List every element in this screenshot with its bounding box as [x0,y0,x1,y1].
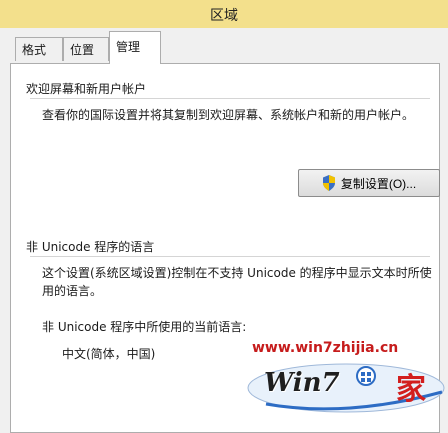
non-unicode-section-heading: 非 Unicode 程序的语言 [26,240,155,254]
watermark-logo: Win7 家 [246,352,448,419]
tab-format[interactable]: 格式 [15,37,63,61]
non-unicode-description-line2: 用的语言。 [42,284,103,298]
current-language-value: 中文(简体，中国) [62,347,156,361]
tab-location[interactable]: 位置 [63,37,109,61]
non-unicode-description-line1: 这个设置(系统区域设置)控制在不支持 Unicode 的程序中显示文本时所使 [42,266,432,280]
uac-shield-icon [322,175,335,191]
section-divider [30,256,430,257]
section-divider [30,98,430,99]
copy-settings-button[interactable]: 复制设置(O)... [298,169,440,197]
logo-char: 家 [396,372,426,407]
logo-text: Win7 [264,368,340,398]
copy-settings-button-label: 复制设置(O)... [340,176,417,191]
welcome-description: 查看你的国际设置并将其复制到欢迎屏幕、系统帐户和新的用户帐户。 [42,108,415,122]
current-language-label: 非 Unicode 程序中所使用的当前语言: [42,320,247,334]
tab-strip: 格式 位置 管理 [0,28,448,64]
title-bar: 区域 [0,0,448,28]
welcome-section-heading: 欢迎屏幕和新用户帐户 [26,82,147,96]
tab-administrative[interactable]: 管理 [109,31,161,64]
window-title: 区域 [210,8,238,24]
